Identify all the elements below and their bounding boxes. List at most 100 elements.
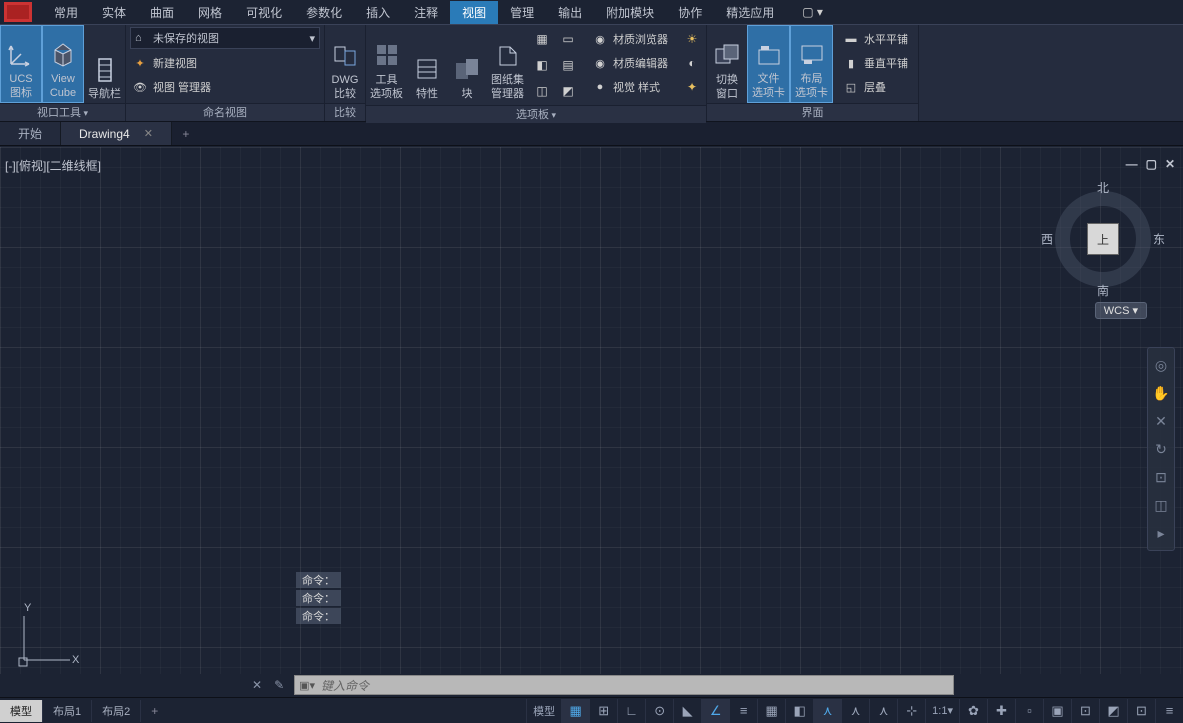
menu-annotate[interactable]: 注释 <box>402 1 450 24</box>
lineweight-icon[interactable]: ≡ <box>729 699 757 723</box>
minimize-icon[interactable]: — <box>1126 157 1138 171</box>
group-title-palettes[interactable]: 选项板 <box>366 105 706 123</box>
file-tab-button[interactable]: 文件选项卡 <box>747 25 790 103</box>
steering-wheel-icon[interactable]: ◎ <box>1148 351 1174 379</box>
ortho-toggle-icon[interactable]: ∟ <box>617 699 645 723</box>
view-manager-button[interactable]: 👁 视图 管理器 <box>126 75 324 99</box>
htile-button[interactable]: ▬水平平铺 <box>837 27 914 51</box>
menu-collab[interactable]: 协作 <box>666 1 714 24</box>
nav-item-icon[interactable]: ◫ <box>1148 491 1174 519</box>
wcs-indicator[interactable]: WCS ▾ <box>1095 302 1147 319</box>
tab-model[interactable]: 模型 <box>0 700 43 722</box>
lock-ui-icon[interactable]: ⊡ <box>1071 699 1099 723</box>
group-title-viewport[interactable]: 视口工具 <box>0 103 125 121</box>
zoom-icon[interactable]: ✕ <box>1148 407 1174 435</box>
viewcube-north[interactable]: 北 <box>1097 179 1109 196</box>
hardware-accel-icon[interactable]: ⊡ <box>1127 699 1155 723</box>
grid-toggle-icon[interactable]: ▦ <box>561 699 589 723</box>
nav-expand-icon[interactable]: ▸ <box>1148 519 1174 547</box>
viewcube-widget[interactable]: 北 南 东 西 上 <box>1043 179 1163 299</box>
calc-icon[interactable]: ▤ <box>556 53 580 77</box>
light-icon[interactable]: ✦ <box>680 75 704 99</box>
xref-icon[interactable]: ▭ <box>556 27 580 51</box>
viewcube-east[interactable]: 东 <box>1153 231 1165 248</box>
ucs-origin-icon[interactable]: Y X <box>10 602 80 672</box>
orbit-icon[interactable]: ↻ <box>1148 435 1174 463</box>
drawing-canvas[interactable]: [-][俯视][二维线框] — ▢ ✕ 北 南 东 西 上 WCS ▾ ◎ ✋ … <box>0 147 1183 674</box>
blocks-button[interactable]: 块 <box>447 25 487 103</box>
pan-icon[interactable]: ✋ <box>1148 379 1174 407</box>
menu-box-icon[interactable]: ▢ ▾ <box>794 2 831 22</box>
tool-palettes-button[interactable]: 工具选项板 <box>366 25 407 103</box>
menu-output[interactable]: 输出 <box>546 1 594 24</box>
viewcube-west[interactable]: 西 <box>1041 231 1053 248</box>
menu-solid[interactable]: 实体 <box>90 1 138 24</box>
polar-toggle-icon[interactable]: ⊙ <box>645 699 673 723</box>
viewcube-button[interactable]: ViewCube <box>42 25 84 103</box>
iso-toggle-icon[interactable]: ◣ <box>673 699 701 723</box>
navbar-button[interactable]: 导航栏 <box>84 25 125 103</box>
menu-addins[interactable]: 附加模块 <box>594 1 666 24</box>
file-tab-start[interactable]: 开始 <box>0 122 61 145</box>
snap-toggle-icon[interactable]: ⊞ <box>589 699 617 723</box>
app-icon[interactable] <box>4 2 32 22</box>
menu-insert[interactable]: 插入 <box>354 1 402 24</box>
command-icon[interactable]: ◧ <box>530 53 554 77</box>
new-view-button[interactable]: ✦ 新建视图 <box>126 51 324 75</box>
annotation-scale[interactable]: 1:1 ▾ <box>925 699 959 723</box>
menu-visualize[interactable]: 可视化 <box>234 1 294 24</box>
tab-layout1[interactable]: 布局1 <box>43 700 92 722</box>
layout-add-button[interactable]: + <box>141 701 168 721</box>
menu-common[interactable]: 常用 <box>42 1 90 24</box>
status-model[interactable]: 模型 <box>526 699 561 723</box>
menu-mesh[interactable]: 网格 <box>186 1 234 24</box>
file-tab-add[interactable]: + <box>172 122 200 145</box>
cleanscreen-icon[interactable]: ≡ <box>1155 699 1183 723</box>
file-tab-drawing[interactable]: Drawing4 ✕ <box>61 122 172 145</box>
vtile-button[interactable]: ▮垂直平铺 <box>837 51 914 75</box>
transparency-icon[interactable]: ▦ <box>757 699 785 723</box>
menu-manage[interactable]: 管理 <box>498 1 546 24</box>
showmotion-icon[interactable]: ⊡ <box>1148 463 1174 491</box>
switch-window-button[interactable]: 切换窗口 <box>707 25 747 103</box>
quick-props-icon[interactable]: ▣ <box>1043 699 1071 723</box>
viewcube-south[interactable]: 南 <box>1097 282 1109 299</box>
viewport-label[interactable]: [-][俯视][二维线框] <box>5 157 101 174</box>
cascade-button[interactable]: ◱层叠 <box>837 75 914 99</box>
cmdline-config-icon[interactable]: ✎ <box>274 678 284 692</box>
3dosnap-icon[interactable]: ⋏ <box>813 699 841 723</box>
menu-view[interactable]: 视图 <box>450 1 498 24</box>
menu-surface[interactable]: 曲面 <box>138 1 186 24</box>
units-icon[interactable]: ▫ <box>1015 699 1043 723</box>
count-icon[interactable]: ▦ <box>530 27 554 51</box>
render-icon[interactable]: ◐ <box>680 51 704 75</box>
material-browser-button[interactable]: ◉材质浏览器 <box>586 27 674 51</box>
ucs-icon-button[interactable]: UCS图标 <box>0 25 42 103</box>
design-icon[interactable]: ◩ <box>556 79 580 103</box>
dyn-ucs-icon[interactable]: ⋏ <box>841 699 869 723</box>
workspace-icon[interactable]: ✿ <box>959 699 987 723</box>
viewcube-top-face[interactable]: 上 <box>1087 223 1119 255</box>
isolate-icon[interactable]: ◩ <box>1099 699 1127 723</box>
command-input[interactable]: ▣▾ 键入命令 <box>294 675 954 695</box>
layer-icon[interactable]: ◫ <box>530 79 554 103</box>
maximize-icon[interactable]: ▢ <box>1146 157 1157 171</box>
material-editor-button[interactable]: ◉材质编辑器 <box>586 51 674 75</box>
close-icon[interactable]: ✕ <box>144 127 153 140</box>
osnap-toggle-icon[interactable]: ∠ <box>701 699 729 723</box>
gizmo-icon[interactable]: ⊹ <box>897 699 925 723</box>
tab-layout2[interactable]: 布局2 <box>92 700 141 722</box>
dwg-compare-button[interactable]: DWG比较 <box>325 25 365 103</box>
cmdline-close-icon[interactable]: ✕ <box>252 678 262 692</box>
cycle-icon[interactable]: ◧ <box>785 699 813 723</box>
filter-icon[interactable]: ⋏ <box>869 699 897 723</box>
menu-parametric[interactable]: 参数化 <box>294 1 354 24</box>
properties-button[interactable]: 特性 <box>407 25 447 103</box>
sheetset-button[interactable]: 图纸集管理器 <box>487 25 528 103</box>
annotation-monitor-icon[interactable]: ✚ <box>987 699 1015 723</box>
visual-styles-button[interactable]: ●视觉 样式 <box>586 75 674 99</box>
layout-tab-button[interactable]: 布局选项卡 <box>790 25 833 103</box>
menu-featured[interactable]: 精选应用 <box>714 1 786 24</box>
sun-icon[interactable]: ☀ <box>680 27 704 51</box>
close-viewport-icon[interactable]: ✕ <box>1165 157 1175 171</box>
